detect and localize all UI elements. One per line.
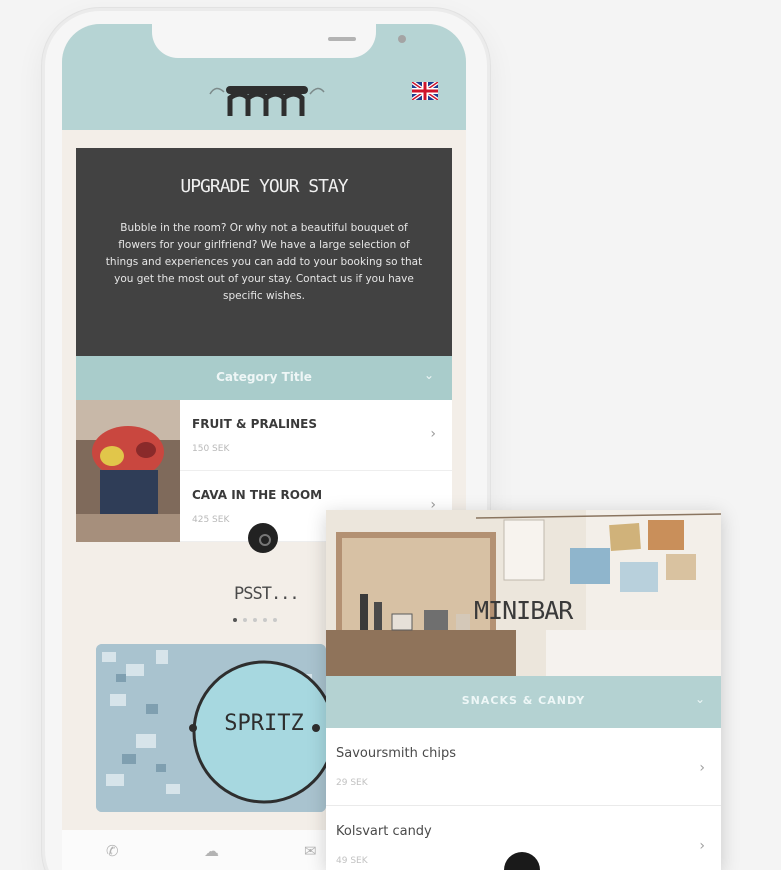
hotel-logo	[209, 86, 325, 116]
chevron-down-icon: ⌄	[694, 692, 705, 706]
minibar-hero-image	[326, 510, 721, 676]
list-item[interactable]: Savoursmith chips 29 SEK ›	[326, 728, 721, 806]
pager-dot[interactable]	[253, 618, 257, 622]
floating-action-button[interactable]	[248, 523, 278, 553]
banner-text: SPRITZ	[224, 711, 303, 736]
upgrade-title: UPGRADE YOUR STAY	[180, 176, 348, 197]
phone-notch	[152, 24, 406, 58]
mail-icon[interactable]: ✉	[304, 842, 317, 860]
minibar-title: MINIBAR	[474, 596, 573, 625]
upgrade-description: Bubble in the room? Or why not a beautif…	[105, 222, 423, 302]
cloud-icon[interactable]: ☁	[204, 842, 219, 860]
pager-dot[interactable]	[243, 618, 247, 622]
psst-heading: PSST...	[234, 584, 300, 604]
item-price: 29 SEK	[336, 778, 368, 788]
chevron-right-icon: ›	[699, 760, 705, 776]
upgrade-panel: UPGRADE YOUR STAY Bubble in the room? Or…	[76, 148, 452, 356]
category-accordion[interactable]: Category Title ⌄	[76, 356, 452, 400]
item-price: 49 SEK	[336, 856, 368, 866]
pager-dot[interactable]	[233, 618, 237, 622]
item-price: 150 SEK	[192, 444, 230, 454]
item-name: Savoursmith chips	[336, 746, 456, 761]
speaker-grille	[328, 37, 356, 41]
chevron-right-icon: ›	[430, 426, 436, 442]
snacks-accordion[interactable]: SNACKS & CANDY ⌄	[326, 676, 721, 728]
list-item[interactable]: FRUIT & PRALINES 150 SEK ›	[180, 400, 452, 471]
pager-dot[interactable]	[273, 618, 277, 622]
front-camera	[398, 35, 406, 43]
language-flag-icon[interactable]	[412, 82, 438, 100]
promo-banner[interactable]: SPRITZ	[96, 644, 326, 812]
category-title: Category Title	[216, 370, 312, 384]
pager-dot[interactable]	[263, 618, 267, 622]
snacks-title: SNACKS & CANDY	[461, 694, 586, 707]
carousel-pager[interactable]	[233, 618, 277, 622]
item-name: FRUIT & PRALINES	[192, 417, 317, 431]
phone-icon[interactable]: ✆	[106, 842, 119, 860]
chevron-right-icon: ›	[699, 838, 705, 854]
item-name: Kolsvart candy	[336, 824, 432, 839]
app-header	[62, 24, 466, 130]
item-price: 425 SEK	[192, 515, 230, 525]
fruit-pralines-image	[76, 400, 180, 542]
chevron-down-icon: ⌄	[423, 368, 434, 382]
item-name: CAVA IN THE ROOM	[192, 488, 323, 502]
minibar-card: MINIBAR SNACKS & CANDY ⌄ Savoursmith chi…	[326, 510, 721, 870]
